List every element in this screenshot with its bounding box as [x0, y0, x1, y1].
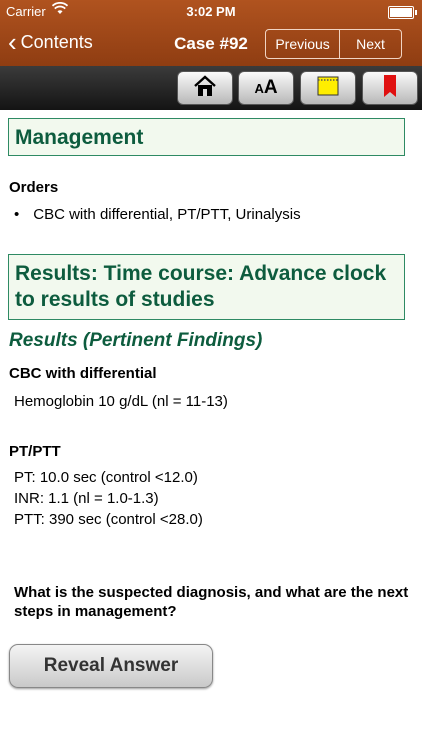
results-subheading: Results (Pertinent Findings)	[9, 330, 263, 351]
back-button[interactable]: ‹ Contents	[8, 27, 93, 57]
font-size-button[interactable]: AA	[238, 71, 294, 105]
note-button[interactable]	[300, 71, 356, 105]
management-heading: Management	[8, 118, 405, 156]
reveal-answer-button[interactable]: Reveal Answer	[9, 644, 213, 688]
top-bar: Carrier 3:02 PM ‹ Contents Case #92 Prev…	[0, 0, 422, 66]
bullet-icon: •	[14, 206, 20, 223]
results-heading: Results: Time course: Advance clock to r…	[8, 254, 405, 320]
orders-title: Orders	[9, 179, 59, 196]
previous-button[interactable]: Previous	[266, 30, 341, 58]
pt-line: PT: 10.0 sec (control <12.0)	[14, 469, 198, 486]
list-item: • CBC with differential, PT/PTT, Urinalys…	[14, 206, 301, 223]
next-button[interactable]: Next	[340, 30, 401, 58]
bookmark-icon	[382, 74, 398, 102]
status-time: 3:02 PM	[186, 4, 236, 19]
prev-next-control: Previous Next	[265, 29, 402, 59]
question-text: What is the suspected diagnosis, and wha…	[14, 584, 409, 620]
chevron-left-icon: ‹	[8, 27, 17, 57]
font-size-icon: AA	[254, 77, 278, 98]
status-bar: Carrier 3:02 PM	[0, 0, 422, 22]
home-button[interactable]	[177, 71, 233, 105]
toolbar: AA	[0, 66, 422, 110]
nav-bar: ‹ Contents Case #92 Previous Next	[0, 22, 422, 66]
bookmark-button[interactable]	[362, 71, 418, 105]
ptptt-title: PT/PTT	[9, 443, 61, 460]
cbc-title: CBC with differential	[9, 365, 157, 382]
back-label: Contents	[20, 31, 93, 52]
inr-line: INR: 1.1 (nl = 1.0-1.3)	[14, 490, 159, 507]
home-icon	[193, 74, 217, 102]
note-icon	[317, 76, 339, 101]
ptt-line: PTT: 390 sec (control <28.0)	[14, 511, 203, 528]
battery-icon	[388, 6, 417, 19]
cbc-hemoglobin: Hemoglobin 10 g/dL (nl = 11-13)	[14, 393, 228, 410]
